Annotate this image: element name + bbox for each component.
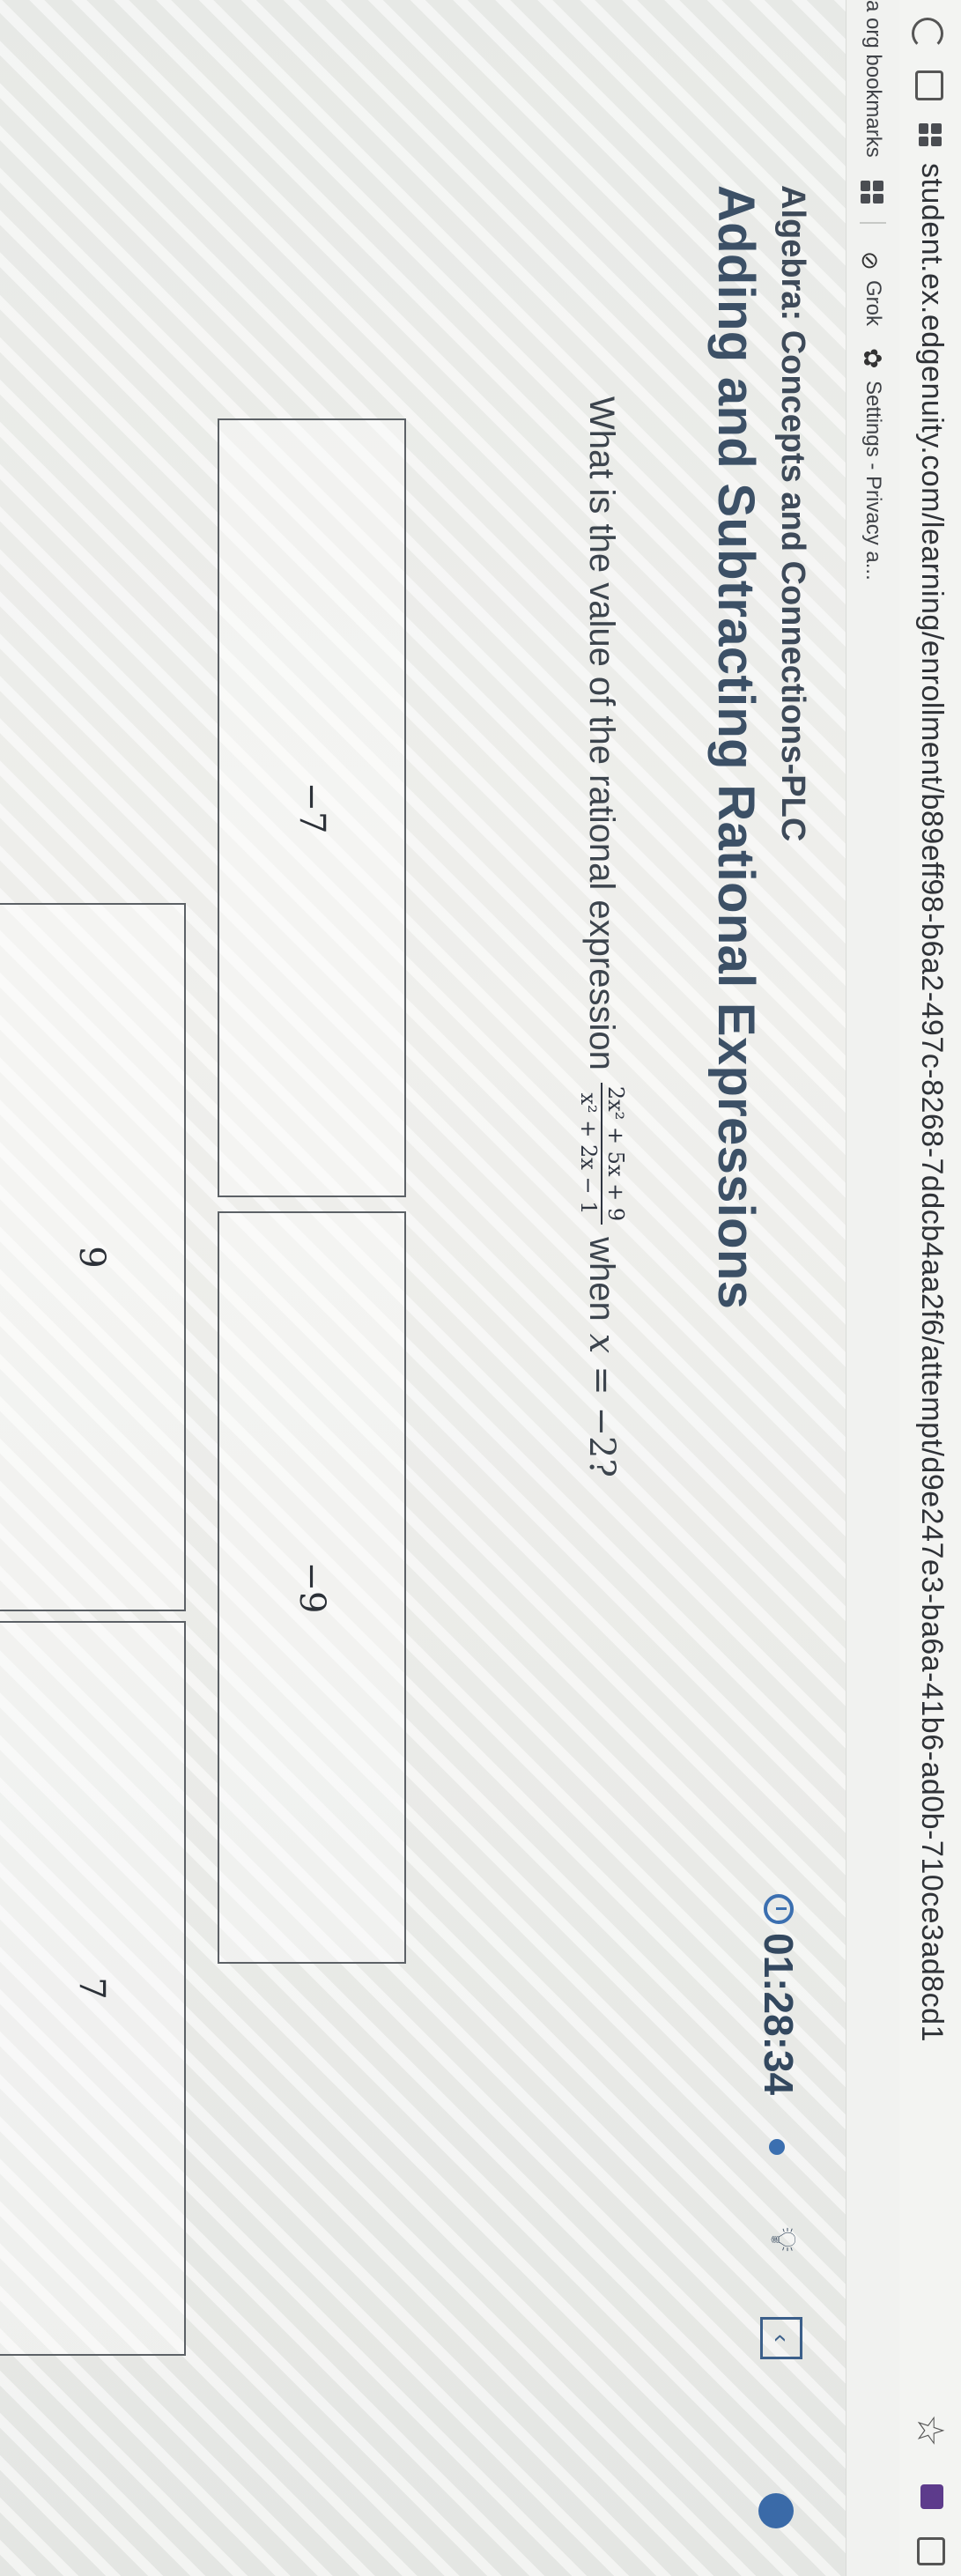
- screen: student.ex.edgenuity.com/learning/enroll…: [0, 0, 961, 2576]
- choice-label: −7: [292, 781, 332, 834]
- course-title: Algebra: Concepts and Connections-PLC: [774, 185, 811, 842]
- choice-label: −9: [292, 1561, 332, 1614]
- extension-icon[interactable]: [920, 2484, 943, 2509]
- extensions-puzzle-icon[interactable]: [917, 2537, 945, 2565]
- timer: 01:28:34: [755, 1894, 802, 2095]
- lesson-title: Adding and Subtracting Rational Expressi…: [707, 185, 765, 1310]
- avatar[interactable]: [758, 2493, 794, 2528]
- tune-icon[interactable]: [919, 123, 942, 146]
- site-info-icon[interactable]: [915, 70, 943, 100]
- grok-icon: ⊘: [857, 251, 883, 270]
- browser-toolbar: student.ex.edgenuity.com/learning/enroll…: [898, 0, 961, 2576]
- lightbulb-icon[interactable]: 💡︎: [763, 2227, 802, 2252]
- gear-icon: ✿: [859, 348, 886, 369]
- star-icon[interactable]: ☆: [909, 2414, 952, 2447]
- expression-denominator: x² + 2x − 1: [575, 1092, 601, 1215]
- rational-expression: 2x² + 5x + 9 x² + 2x − 1: [575, 1082, 628, 1225]
- question-when: when: [582, 1237, 622, 1321]
- bookmark-settings[interactable]: Settings - Privacy a...: [861, 381, 885, 581]
- answer-choice-neg-7[interactable]: −7: [218, 418, 406, 1197]
- question-prefix: What is the value of the rational expres…: [582, 396, 622, 1070]
- reload-icon[interactable]: [912, 18, 943, 49]
- bookmark-org[interactable]: a org bookmarks: [861, 0, 885, 158]
- apps-grid-icon[interactable]: [861, 181, 883, 204]
- expression-numerator: 2x² + 5x + 9: [600, 1082, 628, 1225]
- bookmarks-bar: a org bookmarks ⊘ Grok ✿ Settings - Priv…: [846, 0, 899, 2576]
- question-equals: = −2?: [580, 1366, 622, 1477]
- choice-label: 7: [71, 1977, 112, 2000]
- answer-choice-7[interactable]: 7: [0, 1621, 186, 2356]
- answer-choice-9[interactable]: 9: [0, 903, 186, 1611]
- timer-value: 01:28:34: [756, 1933, 802, 2096]
- address-bar[interactable]: student.ex.edgenuity.com/learning/enroll…: [914, 163, 949, 2042]
- collapse-button[interactable]: ‹: [760, 2317, 802, 2359]
- clock-icon: [764, 1894, 794, 1924]
- question-variable: x: [580, 1333, 622, 1354]
- answer-choice-neg-9[interactable]: −9: [218, 1211, 406, 1964]
- status-dot: [769, 2139, 785, 2155]
- choice-label: 9: [71, 1246, 112, 1269]
- bookmark-grok[interactable]: Grok: [861, 280, 885, 326]
- bookmark-separator: [860, 222, 886, 224]
- question-text: What is the value of the rational expres…: [575, 396, 628, 1477]
